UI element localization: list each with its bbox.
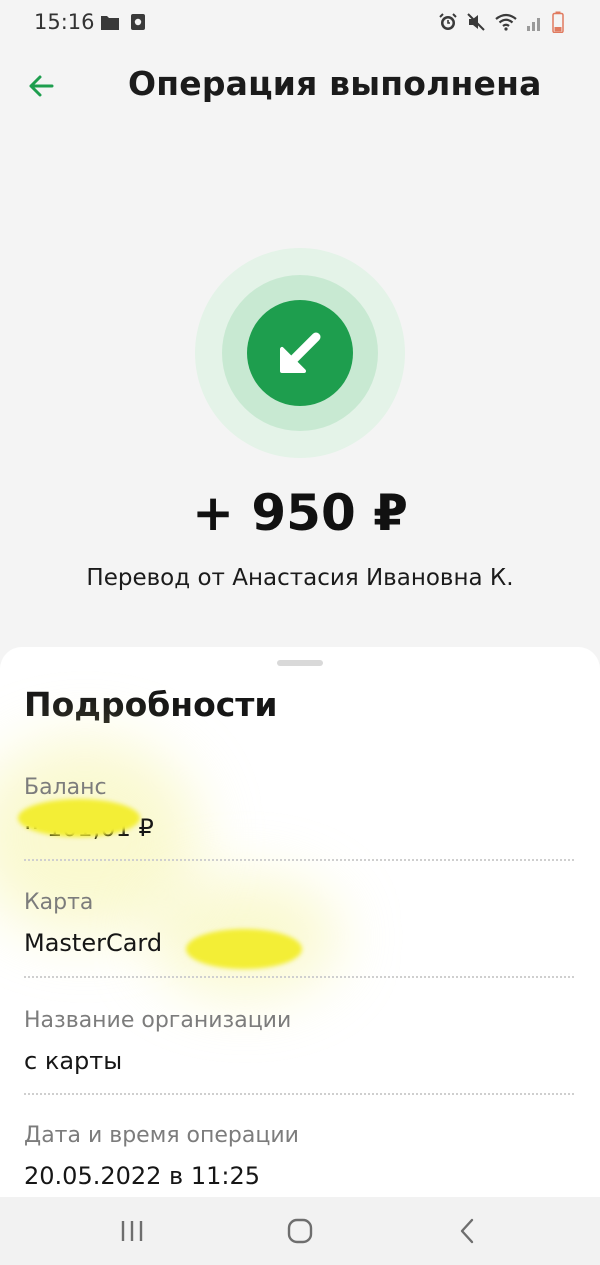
signal-icon: [526, 12, 544, 32]
divider: [24, 976, 574, 978]
media-icon: [130, 13, 146, 31]
battery-icon: [552, 11, 564, 33]
page-title: Операция выполнена: [128, 64, 542, 103]
balance-redaction: [18, 799, 140, 837]
organization-label: Название организации: [24, 1008, 292, 1033]
card-label: Карта: [24, 890, 94, 915]
status-time: 15:16: [34, 10, 95, 34]
incoming-transfer-badge: [195, 248, 405, 458]
detail-row-organization: Название организации с карты: [24, 1008, 574, 1075]
details-title: Подробности: [24, 685, 278, 724]
datetime-label: Дата и время операции: [24, 1123, 299, 1148]
wifi-icon: [494, 12, 518, 32]
transfer-description: Перевод от Анастасия Ивановна К.: [86, 565, 514, 591]
balance-label: Баланс: [24, 775, 107, 800]
home-button[interactable]: [282, 1215, 318, 1247]
back-icon: [450, 1218, 486, 1251]
recents-icon: [114, 1221, 150, 1251]
system-navigation-bar: [0, 1197, 600, 1265]
divider: [24, 859, 574, 861]
mute-icon: [466, 12, 486, 32]
status-bar: 15:16: [0, 0, 600, 46]
alarm-icon: [438, 12, 458, 32]
datetime-value: 20.05.2022 в 11:25: [24, 1162, 260, 1190]
folder-icon: [100, 13, 120, 31]
recents-button[interactable]: [114, 1215, 150, 1247]
detail-row-datetime: Дата и время операции 20.05.2022 в 11:25: [24, 1123, 574, 1190]
system-back-button[interactable]: [450, 1215, 486, 1247]
transfer-amount: + 950 ₽: [192, 484, 408, 542]
header: Операция выполнена: [0, 46, 600, 126]
divider: [24, 1093, 574, 1095]
card-redaction: [186, 929, 302, 969]
home-icon: [282, 1218, 318, 1251]
sheet-drag-handle[interactable]: [277, 660, 323, 666]
arrow-left-icon: [22, 75, 62, 110]
back-button[interactable]: [22, 66, 62, 106]
details-sheet[interactable]: Подробности Баланс ·· 101,01 ₽ Карта Mas…: [0, 647, 600, 1207]
organization-value: с карты: [24, 1047, 123, 1075]
